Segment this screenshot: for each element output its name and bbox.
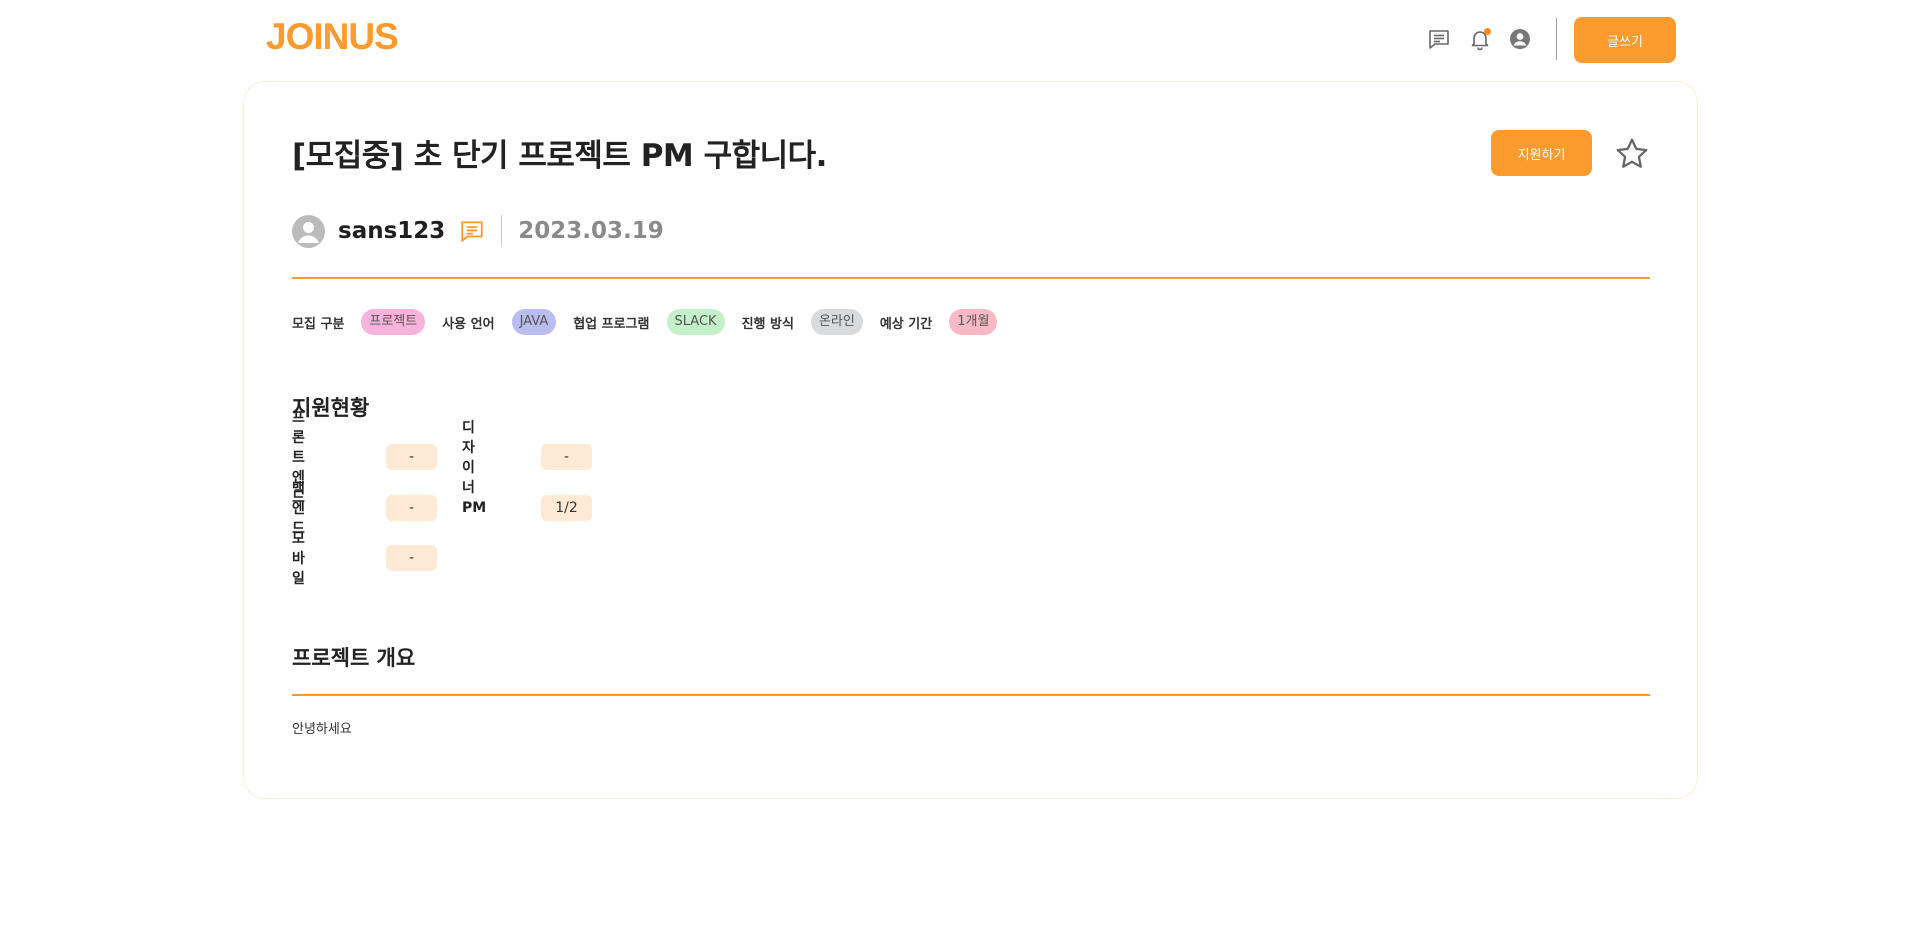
role-count: -: [386, 545, 437, 571]
write-post-button[interactable]: 글쓰기: [1574, 17, 1676, 63]
status-row: 모바일: [292, 531, 305, 587]
status-row: 프론트엔드: [292, 410, 305, 506]
tag-label: 진행 방식: [741, 316, 794, 332]
post-title: [모집중] 초 단기 프로젝트 PM 구합니다.: [292, 138, 827, 174]
notification-bell-icon[interactable]: [1468, 27, 1492, 51]
author-avatar[interactable]: [292, 214, 325, 248]
message-author-icon[interactable]: [459, 218, 485, 244]
tag-label: 사용 언어: [442, 316, 495, 332]
header-divider: [1556, 18, 1557, 60]
chat-icon[interactable]: [1427, 27, 1451, 51]
author-row: sans123 2023.03.19: [292, 213, 664, 249]
joinus-logo[interactable]: JOINUS: [266, 16, 399, 58]
tag-label: 예상 기간: [879, 316, 933, 332]
top-header: JOINUS 글쓰기: [0, 0, 1920, 80]
overview-body: 안녕하세요: [292, 722, 352, 737]
status-row: 백엔드: [292, 481, 305, 537]
tag-collab-tool: SLACK: [666, 309, 725, 335]
tag-language: JAVA: [511, 309, 557, 335]
tag-duration: 1개월: [949, 309, 998, 335]
tag-progress-mode: 온라인: [810, 309, 863, 335]
notification-badge: [1484, 28, 1491, 35]
author-date-divider: [501, 215, 503, 247]
status-row: PM: [462, 495, 486, 521]
tag-recruit-type: 프로젝트: [361, 309, 426, 335]
profile-icon[interactable]: [1508, 27, 1532, 51]
tag-label: 협업 프로그램: [573, 316, 650, 332]
bookmark-star-icon[interactable]: [1614, 136, 1650, 172]
author-name[interactable]: sans123: [338, 218, 445, 244]
role-name: 디자이너: [462, 420, 475, 496]
tag-label: 모집 구분: [292, 316, 345, 332]
title-divider: [292, 277, 1650, 279]
status-row: 디자이너: [462, 420, 475, 496]
role-count: -: [541, 444, 592, 470]
role-count: 1/2: [541, 495, 592, 521]
post-date: 2023.03.19: [518, 218, 664, 244]
role-name: PM: [462, 500, 487, 516]
apply-button[interactable]: 지원하기: [1491, 130, 1592, 176]
role-name: 모바일: [292, 531, 305, 587]
overview-divider: [292, 694, 1650, 696]
role-count: -: [386, 444, 437, 470]
tags-row: 모집 구분 프로젝트 사용 언어 JAVA 협업 프로그램 SLACK 진행 방…: [292, 309, 1014, 335]
role-count: -: [386, 495, 437, 521]
overview-title: 프로젝트 개요: [292, 646, 416, 670]
